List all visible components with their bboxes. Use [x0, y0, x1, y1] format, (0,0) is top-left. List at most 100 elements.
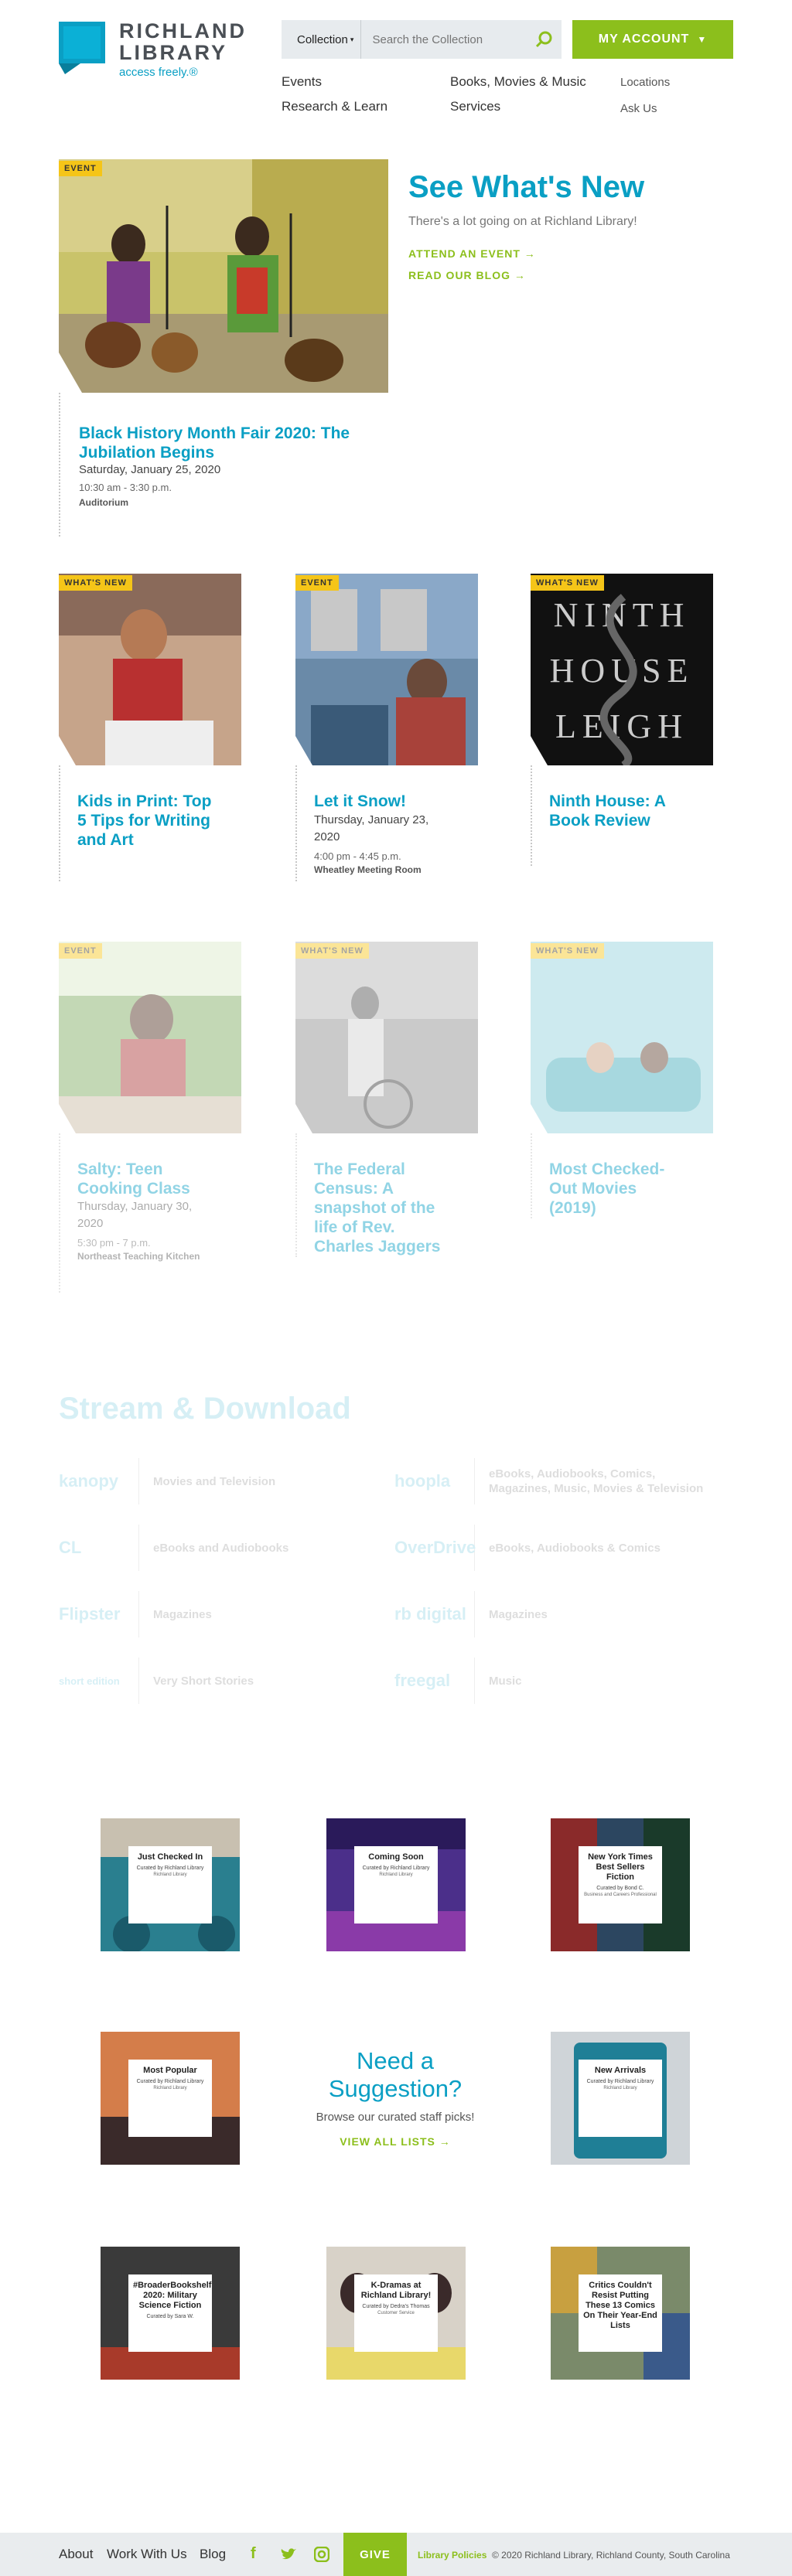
hero-divider: [59, 393, 60, 537]
hero-title[interactable]: Black History Month Fair 2020: The Jubil…: [79, 424, 357, 462]
service-flipster[interactable]: Flipster Magazines: [59, 1591, 212, 1637]
service-desc: Magazines: [489, 1607, 548, 1621]
read-blog-link[interactable]: READ OUR BLOG →: [408, 269, 526, 281]
service-desc: Music: [489, 1674, 522, 1688]
footer-about-link[interactable]: About: [59, 2547, 93, 2562]
service-desc: eBooks, Audiobooks & Comics: [489, 1541, 661, 1555]
card-divider: [295, 765, 297, 881]
facebook-icon[interactable]: f: [251, 2545, 256, 2563]
instagram-icon[interactable]: [314, 2547, 329, 2562]
service-short-edition[interactable]: short edition Very Short Stories: [59, 1658, 254, 1704]
card-image[interactable]: [531, 942, 713, 1133]
library-policies-link[interactable]: Library Policies: [418, 2550, 486, 2561]
site-logo[interactable]: RICHLAND LIBRARY access freely.®: [59, 20, 247, 79]
twitter-icon[interactable]: [280, 2547, 297, 2562]
stream-title: Stream & Download: [59, 1392, 351, 1426]
card-divider: [531, 765, 532, 866]
nav-books-movies-music[interactable]: Books, Movies & Music: [450, 74, 586, 90]
service-logo: OverDrive: [394, 1525, 476, 1571]
list-curator-role: Richland Library: [603, 2086, 637, 2090]
card-tag: EVENT: [295, 575, 339, 591]
card-image[interactable]: [59, 942, 241, 1133]
nav-services[interactable]: Services: [450, 99, 500, 114]
card-tag: EVENT: [59, 943, 102, 959]
nav-ask-us[interactable]: Ask Us: [620, 102, 657, 115]
list-title: Critics Couldn't Resist Putting These 13…: [583, 2281, 657, 2330]
curated-list[interactable]: New York Times Best Sellers Fiction Curat…: [551, 1818, 690, 1951]
card-time: 5:30 pm - 7 p.m.: [77, 1237, 151, 1249]
service-freegal[interactable]: freegal Music: [394, 1658, 522, 1704]
service-logo: kanopy: [59, 1458, 139, 1504]
logo-tagline: access freely.®: [119, 66, 198, 79]
footer-blog-link[interactable]: Blog: [200, 2547, 226, 2562]
chevron-down-icon: ▾: [350, 35, 354, 43]
service-hoopla[interactable]: hoopla eBooks, Audiobooks, Comics, Magazi…: [394, 1458, 719, 1504]
card-title[interactable]: Let it Snow!: [314, 792, 461, 811]
list-curator: Curated by Richland Library: [362, 1866, 430, 1871]
view-all-lists-link[interactable]: VIEW ALL LISTS →: [294, 2135, 497, 2148]
curated-list[interactable]: Most Popular Curated by Richland Library R…: [101, 2032, 240, 2165]
search-scope-select[interactable]: Collection ▾: [282, 20, 362, 59]
logo-name-line2: LIBRARY: [119, 41, 227, 64]
search-icon: [536, 31, 552, 48]
card-title[interactable]: Kids in Print: Top 5 Tips for Writing an…: [77, 792, 224, 850]
curated-list[interactable]: Critics Couldn't Resist Putting These 13…: [551, 2247, 690, 2380]
list-curator: Curated by Bond C.: [596, 1886, 644, 1891]
curated-list[interactable]: Coming Soon Curated by Richland Library Ri…: [326, 1818, 466, 1951]
site-footer: About Work With Us Blog f GIVE Library P…: [0, 2533, 792, 2576]
service-overdrive[interactable]: OverDrive eBooks, Audiobooks & Comics: [394, 1525, 661, 1571]
curated-list[interactable]: Just Checked In Curated by Richland Libra…: [101, 1818, 240, 1951]
list-title: Coming Soon: [368, 1852, 424, 1862]
card-tag: WHAT'S NEW: [59, 575, 132, 591]
curated-list[interactable]: K-Dramas at Richland Library! Curated by …: [326, 2247, 466, 2380]
list-curator: Curated by Richland Library: [136, 2079, 204, 2084]
my-account-label: MY ACCOUNT: [598, 32, 690, 46]
curated-list[interactable]: New Arrivals Curated by Richland Library R…: [551, 2032, 690, 2165]
list-curator-role: Customer Service: [377, 2311, 415, 2315]
my-account-button[interactable]: MY ACCOUNT ▼: [572, 20, 733, 59]
service-logo: freegal: [394, 1658, 475, 1704]
list-curator-role: Business and Careers Professional: [584, 1893, 657, 1897]
service-desc: eBooks and Audiobooks: [153, 1541, 289, 1555]
hero-date: Saturday, January 25, 2020: [79, 463, 221, 476]
service-rbdigital[interactable]: rb digital Magazines: [394, 1591, 548, 1637]
card-location: Northeast Teaching Kitchen: [77, 1251, 200, 1262]
service-logo: Flipster: [59, 1591, 139, 1637]
stream-section: Stream & Download kanopy Movies and Telev…: [0, 1392, 792, 1716]
hero-image[interactable]: [59, 159, 388, 393]
card-date: Thursday, January 23, 2020: [314, 813, 429, 843]
nav-research-learn[interactable]: Research & Learn: [282, 99, 387, 114]
nav-events[interactable]: Events: [282, 74, 322, 90]
footer-work-link[interactable]: Work With Us: [107, 2547, 187, 2562]
card-image[interactable]: NINTH HOUSE LEIGH: [531, 574, 713, 765]
card-title[interactable]: Ninth House: A Book Review: [549, 792, 681, 830]
curated-list[interactable]: #BroaderBookshelf 2020: Military Science…: [101, 2247, 240, 2380]
hero-tag: EVENT: [59, 161, 102, 176]
give-button[interactable]: GIVE: [343, 2533, 407, 2576]
list-title: K-Dramas at Richland Library!: [360, 2281, 432, 2300]
service-desc: Very Short Stories: [153, 1674, 254, 1688]
copyright: © 2020 Richland Library, Richland County…: [492, 2550, 730, 2561]
card-image[interactable]: [59, 574, 241, 765]
card-image[interactable]: [295, 942, 478, 1133]
card-title[interactable]: Salty: Teen Cooking Class: [77, 1160, 224, 1198]
whats-new-subtitle: There's a lot going on at Richland Libra…: [408, 215, 637, 228]
card-title[interactable]: Most Checked-Out Movies (2019): [549, 1160, 681, 1218]
service-kanopy[interactable]: kanopy Movies and Television: [59, 1458, 275, 1504]
nav-locations[interactable]: Locations: [620, 76, 670, 89]
card-location: Wheatley Meeting Room: [314, 864, 422, 875]
list-curator: Curated by Richland Library: [136, 1866, 204, 1871]
search-input[interactable]: [361, 20, 527, 59]
search-button[interactable]: [526, 20, 562, 59]
card-title[interactable]: The Federal Census: A snapshot of the li…: [314, 1160, 446, 1256]
list-title: New Arrivals: [594, 2066, 647, 2075]
hero-time: 10:30 am - 3:30 p.m.: [79, 482, 172, 493]
attend-event-link[interactable]: ATTEND AN EVENT →: [408, 247, 536, 260]
list-title: New York Times Best Sellers Fiction: [588, 1852, 653, 1882]
service-cloudlibrary[interactable]: CL eBooks and Audiobooks: [59, 1525, 288, 1571]
card-date: Thursday, January 30, 2020: [77, 1200, 193, 1230]
service-logo: rb digital: [394, 1591, 475, 1637]
whats-new-title: See What's New: [408, 170, 645, 204]
card-divider: [59, 1133, 60, 1293]
card-image[interactable]: [295, 574, 478, 765]
